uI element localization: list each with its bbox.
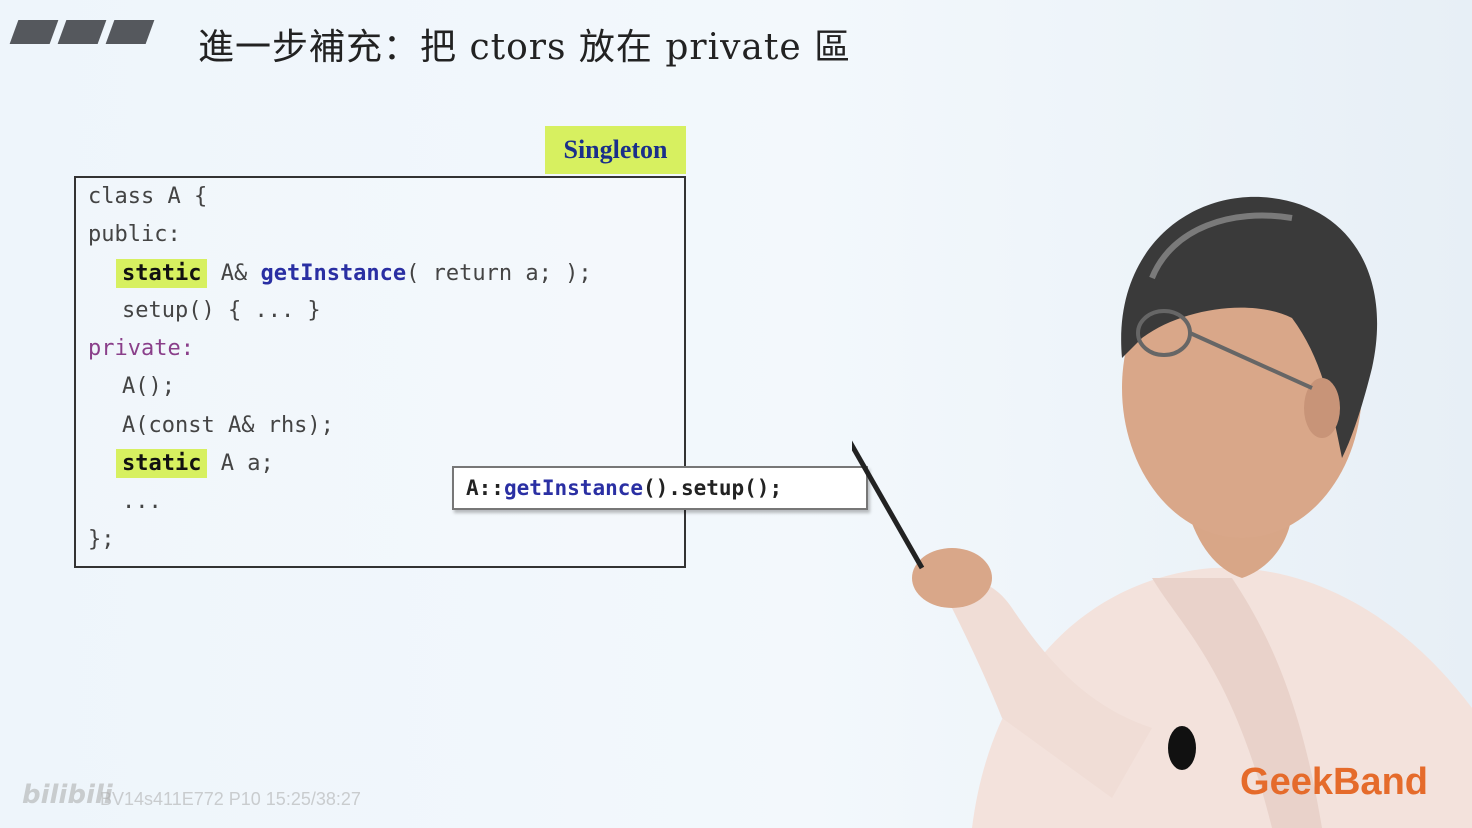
singleton-label: Singleton: [545, 126, 686, 174]
static-keyword: static: [116, 259, 208, 288]
callout-prefix: A::: [466, 476, 504, 500]
code-line-8: static A a;: [116, 449, 274, 479]
code-rest: A a;: [207, 451, 274, 476]
code-line-1: class A {: [88, 184, 208, 209]
code-line-9: ...: [122, 489, 162, 514]
code-type: A&: [207, 261, 261, 286]
callout-fn: getInstance: [503, 476, 644, 500]
static-keyword: static: [116, 449, 208, 478]
code-line-7: A(const A& rhs);: [122, 413, 334, 438]
usage-callout: A::getInstance().setup();: [452, 466, 868, 510]
code-line-5: private:: [88, 336, 194, 361]
code-line-2: public:: [88, 222, 181, 247]
code-line-3: static A& getInstance( return a; );: [116, 259, 592, 289]
geekband-logo: GeekBand: [1240, 761, 1428, 803]
title-bar-3: [105, 20, 155, 44]
code-line-10: };: [88, 527, 115, 552]
title-decoration: [9, 20, 155, 44]
code-line-6: A();: [122, 374, 175, 399]
video-id-watermark: BV14s411E772 P10 15:25/38:27: [100, 789, 361, 809]
callout-suffix: ().setup();: [643, 476, 783, 500]
code-rest: ( return a; );: [406, 261, 592, 286]
title-bar-1: [9, 20, 59, 44]
presenter-figure: [852, 196, 1472, 828]
title-bar-2: [57, 20, 107, 44]
slide-title: 進一步補充：把 ctors 放在 private 區: [198, 27, 852, 68]
get-instance-fn: getInstance: [260, 261, 407, 286]
code-line-4: setup() { ... }: [122, 298, 321, 323]
